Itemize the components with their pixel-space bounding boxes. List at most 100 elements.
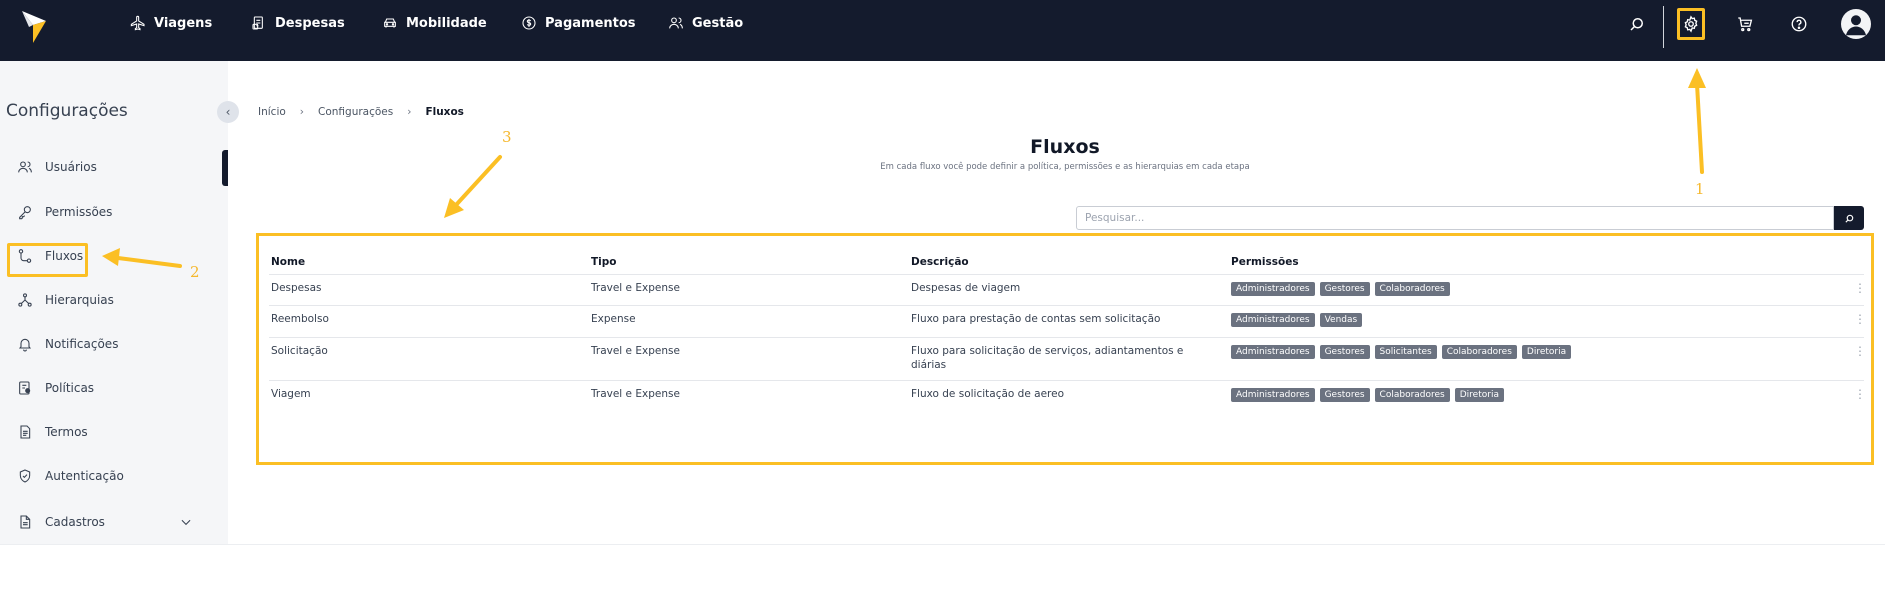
sidebar-item-label: Políticas xyxy=(45,381,95,395)
table-row[interactable]: Reembolso Expense Fluxo para prestação d… xyxy=(269,305,1866,337)
breadcrumb-fluxos: Fluxos xyxy=(425,106,464,118)
cell-descricao: Fluxo para solicitação de serviços, adia… xyxy=(911,345,1184,357)
dollar-icon xyxy=(522,16,536,30)
permission-tag: Administradores xyxy=(1231,313,1315,327)
cell-descricao-continued: diárias xyxy=(911,359,947,371)
search-button[interactable] xyxy=(1625,12,1649,36)
permission-tag: Administradores xyxy=(1231,345,1315,359)
breadcrumb: Início › Configurações › Fluxos xyxy=(258,106,464,118)
cell-nome: Viagem xyxy=(271,388,311,400)
users-icon xyxy=(669,17,683,29)
sidebar-item-autenticacao[interactable]: Autenticação xyxy=(17,464,124,488)
permission-tag: Solicitantes xyxy=(1374,345,1437,359)
column-header-tipo: Tipo xyxy=(591,256,617,268)
table-row[interactable]: Despesas Travel e Expense Despesas de vi… xyxy=(269,274,1866,305)
policy-icon xyxy=(19,381,31,395)
permission-tag: Gestores xyxy=(1319,282,1370,296)
shield-icon xyxy=(19,469,31,483)
annotation-number-1: 1 xyxy=(1695,180,1705,198)
sidebar-item-cadastros[interactable]: Cadastros xyxy=(17,510,197,534)
topbar-divider xyxy=(1663,6,1664,48)
permission-tag: Vendas xyxy=(1319,313,1363,327)
cell-tipo: Travel e Expense xyxy=(591,388,680,400)
page-title: Fluxos xyxy=(1030,136,1100,158)
search-icon xyxy=(1844,214,1853,223)
nav-mobilidade[interactable]: Mobilidade xyxy=(382,13,487,33)
sidebar-item-termos[interactable]: Termos xyxy=(17,420,88,444)
permission-tags: Administradores Gestores Colaboradores D… xyxy=(1231,388,1509,402)
sidebar-item-label: Permissões xyxy=(45,205,113,219)
sidebar-item-label: Hierarquias xyxy=(45,293,114,307)
cart-icon xyxy=(1738,17,1753,32)
cell-nome: Reembolso xyxy=(271,313,329,325)
cell-descricao: Fluxo de solicitação de aereo xyxy=(911,388,1064,400)
permission-tag: Diretoria xyxy=(1521,345,1572,359)
nav-viagens[interactable]: Viagens xyxy=(130,13,212,33)
sidebar-item-permissoes[interactable]: Permissões xyxy=(17,200,112,224)
document-icon xyxy=(20,425,31,439)
table-row[interactable]: Viagem Travel e Expense Fluxo de solicit… xyxy=(269,380,1866,412)
search-input[interactable] xyxy=(1076,206,1834,230)
column-header-permissoes: Permissões xyxy=(1231,256,1299,268)
permission-tag: Colaboradores xyxy=(1441,345,1517,359)
nav-pagamentos[interactable]: Pagamentos xyxy=(521,13,636,33)
column-header-nome: Nome xyxy=(271,256,306,268)
nav-viagens-label: Viagens xyxy=(154,15,213,31)
sidebar-item-label: Termos xyxy=(45,425,88,439)
cell-nome: Despesas xyxy=(271,282,322,294)
help-button[interactable] xyxy=(1787,12,1811,36)
logo-icon[interactable] xyxy=(20,8,48,44)
airplane-icon xyxy=(130,15,145,31)
chevron-left-icon: ‹ xyxy=(225,105,231,119)
sidebar-item-label: Cadastros xyxy=(45,515,105,529)
nav-despesas-label: Despesas xyxy=(275,15,345,31)
footer-divider xyxy=(0,544,1885,545)
row-actions-icon[interactable]: ⋮ xyxy=(1854,313,1866,325)
page-subtitle: Em cada fluxo você pode definir a políti… xyxy=(880,162,1250,172)
table-row[interactable]: Solicitação Travel e Expense Fluxo para … xyxy=(269,337,1866,380)
cart-button[interactable] xyxy=(1733,12,1757,36)
sidebar-collapse-button[interactable]: ‹ xyxy=(217,101,239,123)
nav-mobilidade-label: Mobilidade xyxy=(406,15,487,31)
permission-tag: Colaboradores xyxy=(1374,388,1450,402)
cell-tipo: Expense xyxy=(591,313,636,325)
annotation-number-3: 3 xyxy=(502,128,512,146)
permission-tag: Diretoria xyxy=(1454,388,1504,402)
cell-descricao: Fluxo para prestação de contas sem solic… xyxy=(911,313,1161,325)
file-icon xyxy=(20,515,31,529)
nav-gestao-label: Gestão xyxy=(692,15,744,31)
chevron-right-icon: › xyxy=(299,106,304,118)
cell-descricao: Despesas de viagem xyxy=(911,282,1021,294)
chevron-right-icon: › xyxy=(407,106,412,118)
nav-pagamentos-label: Pagamentos xyxy=(545,15,636,31)
settings-sidebar: Configurações ‹ Usuários Permissões Flux… xyxy=(0,61,239,544)
sidebar-item-hierarquias[interactable]: Hierarquias xyxy=(17,288,114,312)
nav-despesas[interactable]: Despesas xyxy=(251,13,345,33)
car-icon xyxy=(384,18,396,28)
receipt-icon xyxy=(252,16,263,30)
breadcrumb-inicio[interactable]: Início xyxy=(258,106,286,118)
flows-table: Nome Tipo Descrição Permissões Despesas … xyxy=(256,233,1874,465)
row-actions-icon[interactable]: ⋮ xyxy=(1854,282,1866,294)
row-actions-icon[interactable]: ⋮ xyxy=(1854,388,1866,400)
row-actions-icon[interactable]: ⋮ xyxy=(1854,345,1866,357)
help-icon xyxy=(1791,16,1807,32)
avatar[interactable] xyxy=(1841,9,1871,39)
sidebar-item-politicas[interactable]: Políticas xyxy=(17,376,94,400)
search-icon xyxy=(1630,18,1643,31)
search-submit-button[interactable] xyxy=(1834,206,1864,230)
fluxos-highlight-box xyxy=(7,243,88,277)
cell-nome: Solicitação xyxy=(271,345,328,357)
sidebar-title: Configurações xyxy=(6,101,128,121)
cell-tipo: Travel e Expense xyxy=(591,282,680,294)
bell-icon xyxy=(18,338,32,352)
settings-highlight-box xyxy=(1677,8,1705,40)
permission-tag: Gestores xyxy=(1319,388,1370,402)
breadcrumb-configuracoes[interactable]: Configurações xyxy=(318,106,393,118)
sidebar-item-notificacoes[interactable]: Notificações xyxy=(17,332,118,356)
top-navbar: Viagens Despesas Mobilidade Pagamentos G… xyxy=(0,0,1885,61)
nav-gestao[interactable]: Gestão xyxy=(668,13,743,33)
permission-tag: Administradores xyxy=(1231,282,1315,296)
key-icon xyxy=(19,206,31,220)
annotation-number-2: 2 xyxy=(190,263,200,281)
